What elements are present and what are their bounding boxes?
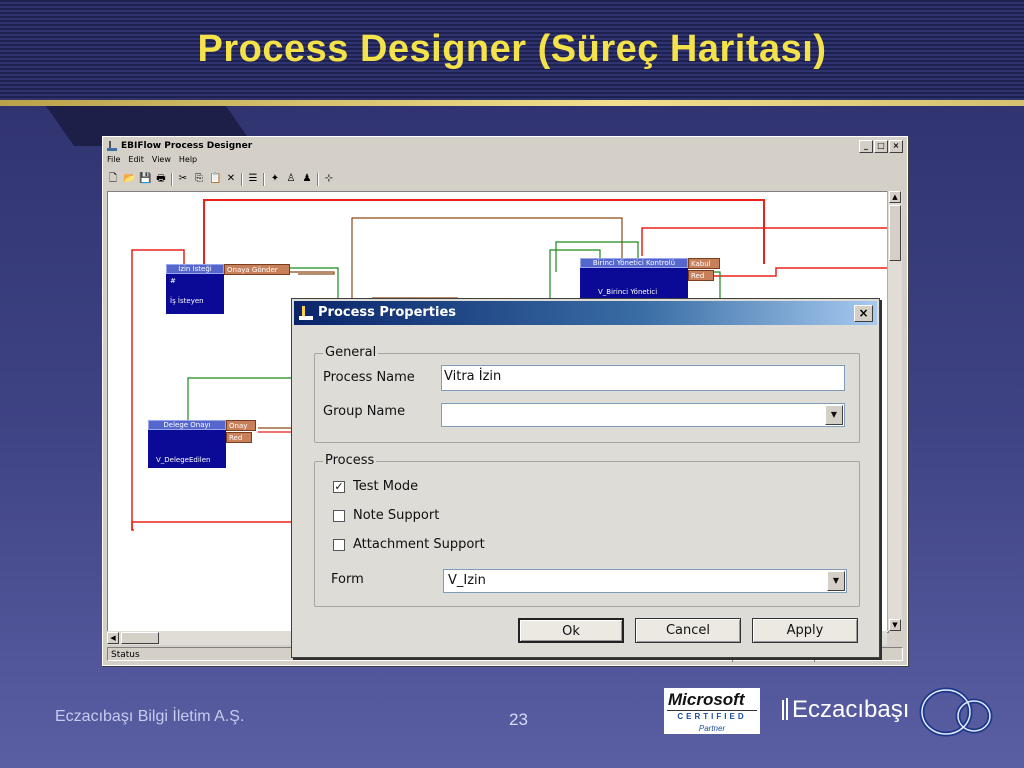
process-node[interactable]: Delege Onayı V_DelegeEdilen	[148, 420, 226, 468]
brand-name: Eczacıbaşı	[792, 696, 910, 723]
note-support-label: Note Support	[353, 508, 440, 523]
checkbox-checked-icon[interactable]: ✓	[333, 480, 345, 493]
node-port[interactable]: Onay	[226, 420, 256, 431]
app-icon	[107, 141, 117, 151]
menu-help[interactable]: Help	[179, 155, 197, 167]
chevron-down-icon[interactable]: ▼	[825, 405, 843, 425]
save-icon[interactable]: 💾	[139, 173, 151, 185]
close-icon[interactable]: ×	[854, 305, 873, 322]
paste-icon[interactable]: 📋	[209, 173, 221, 185]
node-port[interactable]: Kabul	[688, 258, 720, 269]
cut-icon[interactable]: ✂	[177, 173, 189, 185]
toolbar: 🗋 📂 💾 🖶 ✂ ⎘ 📋 ✕ ☰ ✦ ♙ ♟ ⊹	[107, 171, 335, 187]
scroll-thumb[interactable]	[889, 205, 901, 261]
close-button[interactable]: ×	[889, 140, 903, 153]
node-role: İş İsteyen	[170, 297, 204, 305]
add-role-icon[interactable]: ♟	[301, 173, 313, 185]
dialog-title: Process Properties	[318, 305, 457, 320]
menu-file[interactable]: File	[107, 155, 120, 167]
org-chart-icon[interactable]: ⊹	[323, 173, 335, 185]
node-title: Birinci Yönetici Kontrolü	[580, 258, 688, 268]
menu-bar: File Edit View Help	[107, 155, 197, 167]
process-properties-dialog: Process Properties × General Process Nam…	[291, 298, 880, 658]
apply-button[interactable]: Apply	[752, 618, 858, 643]
form-value: V_Izin	[448, 573, 486, 588]
delete-icon[interactable]: ✕	[225, 173, 237, 185]
process-node[interactable]: Birinci Yönetici Kontrolü V_Birinci Yöne…	[580, 258, 688, 300]
copy-icon[interactable]: ⎘	[193, 173, 205, 185]
ms-logo-text: Microsoft	[668, 690, 745, 709]
dialog-titlebar: Process Properties ×	[294, 301, 877, 325]
app-title-text: EBIFlow Process Designer	[121, 141, 253, 151]
properties-icon[interactable]: ☰	[247, 173, 259, 185]
new-icon[interactable]: 🗋	[107, 173, 119, 185]
scroll-down-icon[interactable]: ▼	[889, 619, 901, 631]
group-name-select[interactable]: ▼	[441, 403, 845, 427]
attachment-support-label: Attachment Support	[353, 537, 485, 552]
node-port[interactable]: Onaya Gönder	[224, 264, 290, 275]
scroll-left-icon[interactable]: ◀	[107, 632, 119, 644]
add-user-icon[interactable]: ♙	[285, 173, 297, 185]
ms-logo-partner: Partner	[698, 724, 726, 733]
slide-title: Process Designer (Süreç Haritası)	[197, 28, 827, 70]
process-group-label: Process	[323, 453, 377, 468]
test-mode-checkbox[interactable]: ✓ Test Mode	[333, 479, 418, 494]
attachment-support-checkbox[interactable]: Attachment Support	[333, 537, 485, 552]
node-port[interactable]: Red	[226, 432, 252, 443]
process-name-label: Process Name	[323, 370, 415, 385]
note-support-checkbox[interactable]: Note Support	[333, 508, 439, 523]
ok-button[interactable]: Ok	[518, 618, 624, 643]
form-select[interactable]: V_Izin ▼	[443, 569, 847, 593]
toolbar-separator	[263, 172, 265, 186]
microsoft-certified-logo: Microsoft CERTIFIED Partner	[664, 688, 760, 734]
ms-logo-certified: CERTIFIED	[677, 712, 747, 721]
scroll-thumb[interactable]	[121, 632, 159, 644]
node-title: İzin İsteği	[166, 264, 224, 274]
dialog-icon	[299, 306, 313, 320]
node-role: V_DelegeEdilen	[156, 456, 211, 464]
process-name-input[interactable]: Vitra İzin	[441, 365, 845, 391]
checkbox-icon[interactable]	[333, 509, 345, 522]
node-extra: #	[170, 277, 176, 285]
menu-edit[interactable]: Edit	[128, 155, 144, 167]
app-titlebar: EBIFlow Process Designer _ □ ×	[105, 139, 905, 153]
node-port[interactable]: Red	[688, 270, 714, 281]
add-step-icon[interactable]: ✦	[269, 173, 281, 185]
print-icon[interactable]: 🖶	[155, 173, 167, 185]
maximize-button[interactable]: □	[874, 140, 888, 153]
vertical-scrollbar[interactable]: ▲ ▼	[887, 191, 902, 631]
footer-company: Eczacıbaşı Bilgi İletim A.Ş.	[55, 708, 245, 725]
toolbar-separator	[171, 172, 173, 186]
page-number: 23	[509, 710, 528, 729]
general-group-label: General	[323, 345, 379, 360]
node-title: Delege Onayı	[148, 420, 226, 430]
status-text: Status	[111, 650, 140, 660]
checkbox-icon[interactable]	[333, 538, 345, 551]
chevron-down-icon[interactable]: ▼	[827, 571, 845, 591]
node-role: V_Birinci Yönetici	[598, 288, 658, 296]
toolbar-separator	[317, 172, 319, 186]
open-icon[interactable]: 📂	[123, 173, 135, 185]
form-label: Form	[331, 572, 364, 587]
cancel-button[interactable]: Cancel	[635, 618, 741, 643]
toolbar-separator	[241, 172, 243, 186]
minimize-button[interactable]: _	[859, 140, 873, 153]
group-name-label: Group Name	[323, 404, 406, 419]
ms-logo-rule	[667, 710, 757, 711]
process-node[interactable]: İzin İsteği # İş İsteyen	[166, 264, 224, 314]
eczacibasi-logo: Eczacıbaşı	[770, 680, 1002, 742]
menu-view[interactable]: View	[152, 155, 171, 167]
scroll-up-icon[interactable]: ▲	[889, 191, 901, 203]
test-mode-label: Test Mode	[353, 479, 419, 494]
